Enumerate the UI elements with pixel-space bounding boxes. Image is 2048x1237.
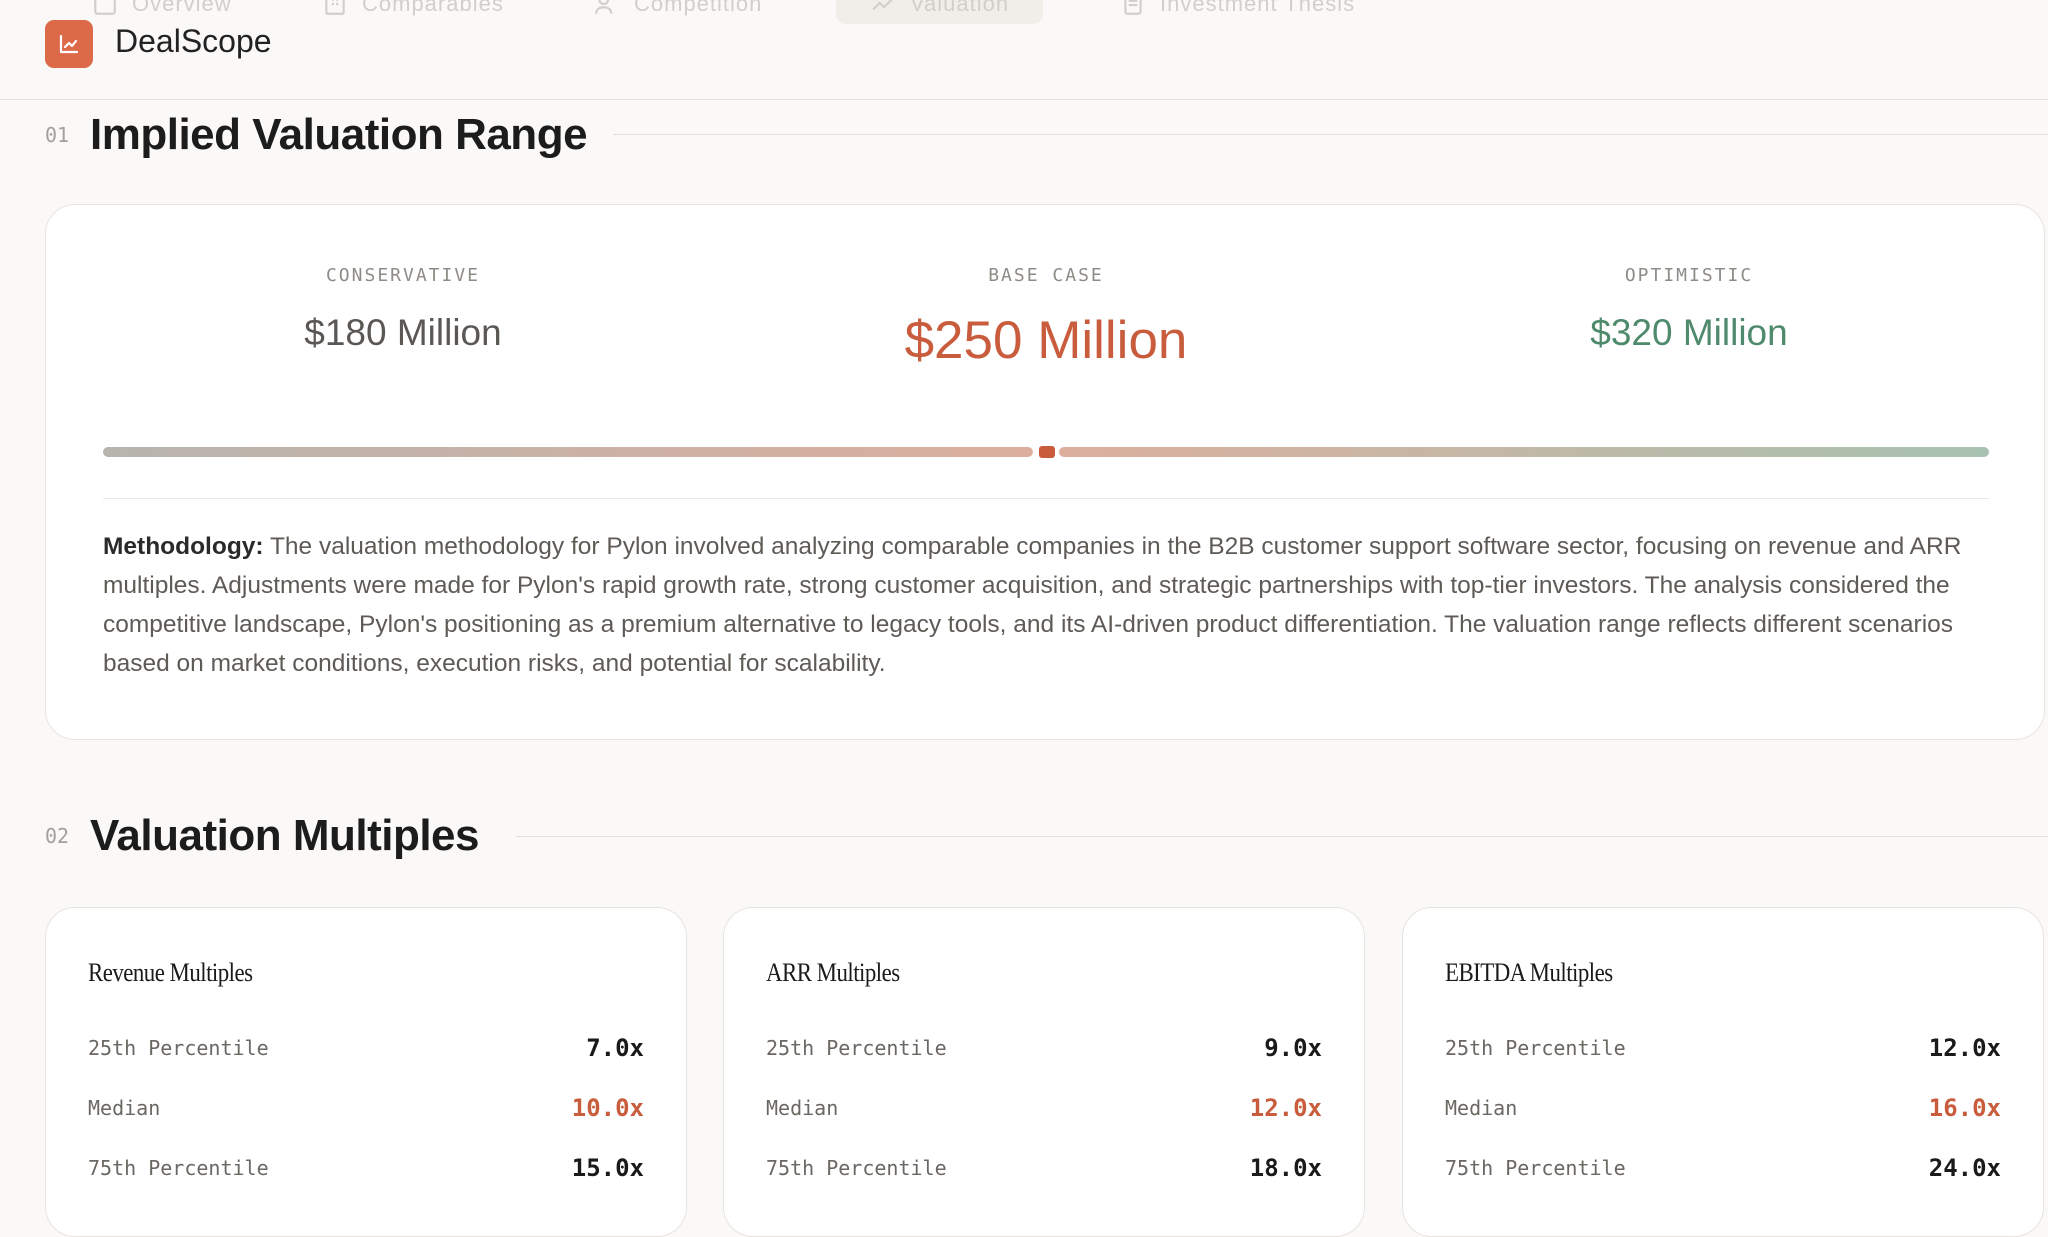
section-title: Valuation Multiples [90,811,480,860]
row-label: Median [766,1096,839,1120]
row-label: Median [88,1096,161,1120]
scenario-label: OPTIMISTIC [1624,265,1754,286]
scenario-value: $250 Million [904,311,1188,370]
multiple-row: 25th Percentile 9.0x [766,1032,1322,1066]
document-icon [1124,0,1142,15]
section-number: 02 [45,824,70,848]
range-bar-upper [1059,447,1989,457]
chart-icon [59,34,79,54]
card-title: Revenue Multiples [88,958,253,987]
multiple-row: 25th Percentile 7.0x [88,1032,644,1066]
tab-label: Investment Thesis [1160,0,1356,16]
tab-label: Valuation [910,0,1010,16]
revenue-multiples-card: Revenue Multiples 25th Percentile 7.0x M… [45,907,687,1237]
row-label: 75th Percentile [88,1156,269,1180]
section-title: Implied Valuation Range [90,110,588,159]
arr-multiples-card: ARR Multiples 25th Percentile 9.0x Media… [723,907,1365,1237]
range-bar-lower [103,447,1033,457]
section-divider [516,836,2048,837]
row-label: 75th Percentile [1445,1156,1626,1180]
row-label: Median [1445,1096,1518,1120]
multiple-row: Median 12.0x [766,1092,1322,1126]
row-label: 25th Percentile [766,1036,947,1060]
row-value: 7.0x [586,1034,644,1062]
multiple-row: Median 10.0x [88,1092,644,1126]
multiple-row: 75th Percentile 18.0x [766,1152,1322,1186]
row-label: 75th Percentile [766,1156,947,1180]
scenario-base-case: BASE CASE $250 Million [846,265,1246,371]
scenario-conservative: CONSERVATIVE $180 Million [203,265,603,354]
users-icon [595,0,613,14]
tab-comparables[interactable]: Comparables [322,0,504,24]
multiple-row: 75th Percentile 15.0x [88,1152,644,1186]
multiple-row: 25th Percentile 12.0x [1445,1032,2001,1066]
row-value: 24.0x [1928,1154,2001,1182]
row-value: 18.0x [1249,1154,1322,1182]
layout-icon [94,0,116,15]
tab-competition[interactable]: Competition [594,0,762,24]
tab-overview[interactable]: Overview [92,0,232,24]
top-bar: Overview Comparables Competition Valuati… [0,0,2048,100]
multiple-row: Median 16.0x [1445,1092,2001,1126]
trending-up-icon [872,0,893,11]
scenario-label: CONSERVATIVE [325,265,481,286]
app-name: DealScope [115,23,272,59]
card-divider [103,498,1989,499]
scenario-value: $320 Million [1590,312,1788,353]
valuation-range-card: CONSERVATIVE $180 Million BASE CASE $250… [45,204,2045,740]
tab-label: Competition [634,0,763,16]
row-label: 25th Percentile [88,1036,269,1060]
row-value: 12.0x [1249,1094,1322,1122]
tab-investment-thesis[interactable]: Investment Thesis [1120,0,1355,24]
card-title: ARR Multiples [766,958,900,987]
methodology-body: The valuation methodology for Pylon invo… [103,533,1962,677]
section-number: 01 [45,123,70,147]
section-divider [613,134,2048,135]
row-label: 25th Percentile [1445,1036,1626,1060]
methodology-text: Methodology: The valuation methodology f… [103,527,2003,683]
section-header-multiples: 02 Valuation Multiples [45,806,480,866]
base-case-marker [1039,446,1055,458]
methodology-label: Methodology: [103,533,264,560]
ebitda-multiples-card: EBITDA Multiples 25th Percentile 12.0x M… [1402,907,2044,1237]
scenario-optimistic: OPTIMISTIC $320 Million [1489,265,1889,354]
row-value: 12.0x [1928,1034,2001,1062]
multiple-row: 75th Percentile 24.0x [1445,1152,2001,1186]
scenario-value: $180 Million [304,312,502,353]
building-icon [325,0,345,15]
row-value: 15.0x [571,1154,644,1182]
section-header-valuation-range: 01 Implied Valuation Range [45,105,588,165]
tab-valuation[interactable]: Valuation [836,0,1044,24]
scenario-label: BASE CASE [988,265,1104,286]
tab-label: Overview [132,0,232,16]
row-value: 9.0x [1264,1034,1322,1062]
row-value: 10.0x [571,1094,644,1122]
tab-label: Comparables [362,0,504,16]
card-title: EBITDA Multiples [1445,958,1613,987]
row-value: 16.0x [1928,1094,2001,1122]
app-logo[interactable] [45,20,93,68]
